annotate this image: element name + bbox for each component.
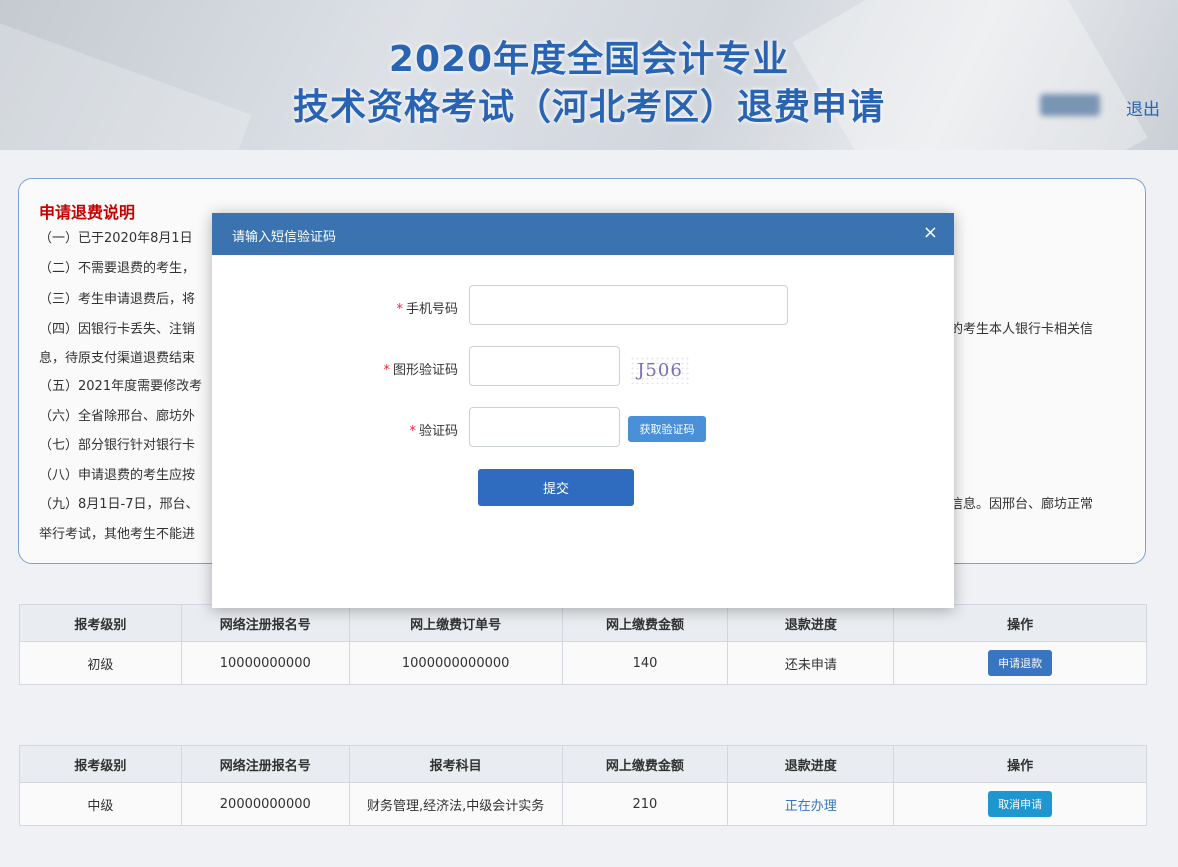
captcha-input[interactable] bbox=[469, 346, 620, 386]
close-icon[interactable]: × bbox=[923, 222, 938, 244]
phone-label-text: 手机号码 bbox=[405, 302, 458, 317]
get-code-button[interactable]: 获取验证码 bbox=[628, 416, 706, 442]
captcha-label: * 图形验证码 bbox=[383, 359, 458, 378]
captcha-image[interactable]: J506 bbox=[630, 356, 690, 384]
code-label: * 验证码 bbox=[409, 420, 458, 439]
sms-verification-dialog: 请输入短信验证码 × * 手机号码 * 图形验证码 J506 * 验证码 获取验证码 … bbox=[212, 213, 954, 608]
dialog-header: 请输入短信验证码 × bbox=[212, 213, 954, 255]
phone-input[interactable] bbox=[469, 285, 788, 325]
code-label-text: 验证码 bbox=[418, 424, 458, 439]
phone-label: * 手机号码 bbox=[396, 298, 458, 317]
sms-code-input[interactable] bbox=[469, 407, 620, 447]
submit-button[interactable]: 提交 bbox=[478, 469, 634, 506]
dialog-title: 请输入短信验证码 bbox=[232, 230, 337, 245]
required-mark: * bbox=[409, 424, 416, 439]
required-mark: * bbox=[396, 302, 403, 317]
captcha-label-text: 图形验证码 bbox=[392, 363, 458, 378]
required-mark: * bbox=[383, 363, 390, 378]
